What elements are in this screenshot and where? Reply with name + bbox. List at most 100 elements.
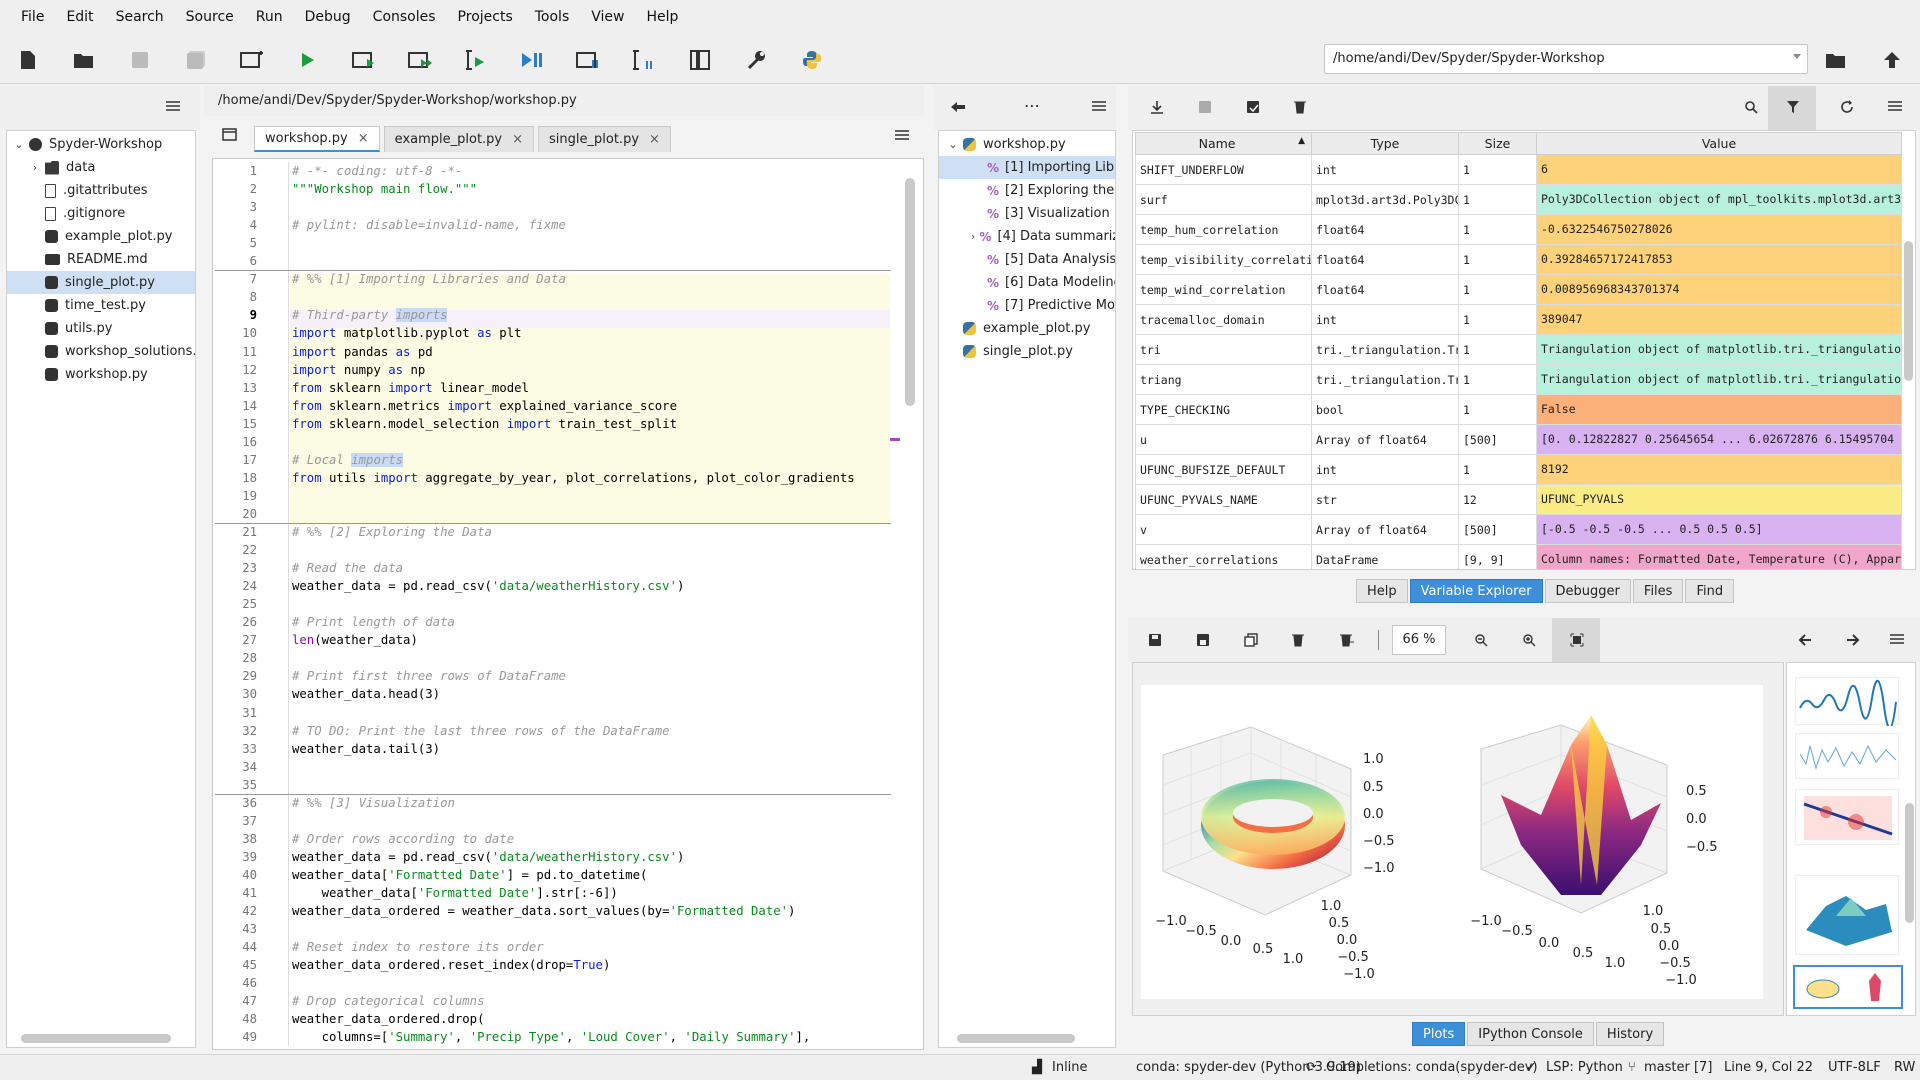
save-data-as-icon[interactable] — [1246, 100, 1260, 118]
variable-value[interactable]: Column names: Formatted Date, Temperatur… — [1536, 544, 1902, 569]
menu-edit[interactable]: Edit — [55, 9, 104, 25]
project-item-utilspy[interactable]: utils.py — [7, 317, 195, 340]
outline-menu-icon[interactable] — [1092, 100, 1106, 116]
status-git-branch[interactable]: master [7] — [1644, 1060, 1712, 1075]
more-options-icon[interactable]: ⋯ — [1024, 96, 1040, 115]
variable-value[interactable]: Poly3DCollection object of mpl_toolkits.… — [1536, 184, 1902, 215]
variable-row[interactable]: tracemalloc_domain int 1 389047 — [1135, 304, 1902, 335]
menu-tools[interactable]: Tools — [524, 9, 581, 25]
new-file-icon[interactable] — [12, 44, 44, 76]
search-icon[interactable] — [1744, 100, 1758, 118]
preferences-wrench-icon[interactable] — [740, 44, 772, 76]
debug-cell-icon[interactable] — [572, 44, 604, 76]
project-item-workshop-solutionsp[interactable]: workshop_solutions.p — [7, 340, 195, 363]
menu-consoles[interactable]: Consoles — [362, 9, 447, 25]
variable-row[interactable]: weather_correlations DataFrame [9, 9] Colum… — [1135, 544, 1902, 569]
status-completions[interactable]: Completions: conda(spyder-dev) — [1326, 1060, 1538, 1075]
pane-tab-variable-explorer[interactable]: Variable Explorer — [1409, 579, 1543, 603]
zoom-level[interactable]: 66 % — [1392, 625, 1446, 655]
status-lsp[interactable]: LSP: Python — [1546, 1060, 1623, 1075]
column-header-size[interactable]: Size — [1458, 132, 1537, 155]
maximize-pane-icon[interactable] — [684, 44, 716, 76]
save-plot-icon[interactable] — [1148, 633, 1162, 651]
run-cell-advance-icon[interactable] — [404, 44, 436, 76]
outline-file-single_plot[interactable]: single_plot.py — [939, 340, 1115, 363]
outline-cell-6[interactable]: % [6] Data Modeling a — [939, 271, 1115, 294]
variable-value[interactable]: Triangulation object of matplotlib.tri._… — [1536, 364, 1902, 395]
go-to-cursor-icon[interactable] — [950, 100, 966, 118]
outline-cell-2[interactable]: % [2] Exploring the Da — [939, 179, 1115, 202]
variable-value[interactable]: 6 — [1536, 154, 1902, 185]
variable-row[interactable]: UFUNC_BUFSIZE_DEFAULT int 1 8192 — [1135, 454, 1902, 485]
run-selection-icon[interactable] — [460, 44, 492, 76]
import-data-icon[interactable] — [1150, 100, 1164, 118]
next-plot-icon[interactable] — [1846, 633, 1860, 651]
thumbnail-4[interactable] — [1795, 875, 1899, 955]
save-icon[interactable] — [124, 44, 156, 76]
chevron-right-icon[interactable]: › — [29, 161, 41, 174]
pane-tab-debugger[interactable]: Debugger — [1544, 579, 1631, 603]
close-icon[interactable]: × — [512, 132, 523, 147]
pane-tab-ipython-console[interactable]: IPython Console — [1467, 1022, 1594, 1046]
new-cell-icon[interactable] — [236, 44, 268, 76]
previous-plot-icon[interactable] — [1798, 633, 1812, 651]
project-item-example-plotpy[interactable]: example_plot.py — [7, 225, 195, 248]
status-inline[interactable]: Inline — [1052, 1060, 1088, 1075]
save-all-icon[interactable] — [180, 44, 212, 76]
variable-value[interactable]: 0.008956968343701374 — [1536, 274, 1902, 305]
project-item-single-plotpy[interactable]: single_plot.py — [7, 271, 195, 294]
remove-all-plots-icon[interactable] — [1340, 633, 1354, 651]
fit-plot-icon[interactable] — [1570, 633, 1584, 651]
pane-tab-history[interactable]: History — [1595, 1022, 1665, 1046]
close-icon[interactable]: × — [358, 131, 369, 146]
variable-row[interactable]: TYPE_CHECKING bool 1 False — [1135, 394, 1902, 425]
variable-value[interactable]: UFUNC_PYVALS — [1536, 484, 1902, 515]
variable-value[interactable]: -0.6322546750278026 — [1536, 214, 1902, 245]
plots-menu-icon[interactable] — [1890, 633, 1904, 649]
column-header-value[interactable]: Value — [1536, 132, 1902, 155]
run-cell-icon[interactable] — [348, 44, 380, 76]
project-item-time-testpy[interactable]: time_test.py — [7, 294, 195, 317]
thumbnail-2[interactable] — [1795, 733, 1899, 779]
zoom-out-icon[interactable] — [1474, 633, 1488, 651]
pane-tab-files[interactable]: Files — [1632, 579, 1684, 603]
pane-menu-icon[interactable] — [166, 100, 180, 116]
variable-value[interactable]: [0. 0.12822827 0.25645654 ... 6.02672876… — [1536, 424, 1902, 455]
horizontal-scrollbar[interactable] — [21, 1034, 171, 1043]
close-icon[interactable]: × — [649, 132, 660, 147]
variable-row[interactable]: surfmplot3d.art3d.Poly3DCo…1Poly3DCollec… — [1135, 184, 1902, 215]
variable-row[interactable]: tritri._triangulation.Tri…1Triangulation… — [1135, 334, 1902, 365]
thumbnail-1[interactable] — [1795, 677, 1899, 729]
outline-cell-1[interactable]: % [1] Importing Librar — [939, 156, 1115, 179]
menu-view[interactable]: View — [580, 9, 635, 25]
thumbnail-5-selected[interactable] — [1793, 965, 1903, 1009]
project-item-data[interactable]: › data — [7, 156, 195, 179]
open-file-icon[interactable] — [68, 44, 100, 76]
save-all-plots-icon[interactable] — [1196, 633, 1210, 651]
debug-file-icon[interactable] — [516, 44, 548, 76]
run-file-icon[interactable] — [292, 44, 324, 76]
menu-file[interactable]: File — [10, 9, 55, 25]
chevron-right-icon[interactable]: › — [971, 230, 975, 243]
refresh-icon[interactable] — [1840, 100, 1854, 118]
project-item-gitattributes[interactable]: .gitattributes — [7, 179, 195, 202]
save-data-icon[interactable] — [1198, 100, 1212, 118]
chevron-down-icon[interactable] — [1793, 54, 1801, 62]
project-item-gitignore[interactable]: .gitignore — [7, 202, 195, 225]
editor-vertical-scrollbar[interactable] — [905, 178, 915, 406]
thumbnails-scrollbar[interactable] — [1905, 803, 1914, 923]
variable-value[interactable]: [-0.5 -0.5 -0.5 ... 0.5 0.5 0.5] — [1536, 514, 1902, 545]
code-editor[interactable]: 1 # -*- coding: utf-8 -*- 2 """Workshop mai… — [215, 162, 891, 1046]
python-path-icon[interactable] — [796, 44, 828, 76]
outline-cell-3[interactable]: % [3] Visualization — [939, 202, 1115, 225]
variable-row[interactable]: UFUNC_PYVALS_NAME str 12 UFUNC_PYVALS — [1135, 484, 1902, 515]
menu-help[interactable]: Help — [635, 9, 689, 25]
variable-row[interactable]: v Array of float64 [500] [-0.5 -0.5 -0.5 ..… — [1135, 514, 1902, 545]
menu-run[interactable]: Run — [245, 9, 294, 25]
project-root[interactable]: ⌄ Spyder-Workshop — [7, 133, 195, 156]
menu-debug[interactable]: Debug — [294, 9, 362, 25]
variable-row[interactable]: triangtri._triangulation.Tri…1Triangulat… — [1135, 364, 1902, 395]
browse-tabs-icon[interactable] — [222, 128, 238, 144]
menu-search[interactable]: Search — [105, 9, 175, 25]
editor-options-icon[interactable] — [895, 129, 909, 145]
